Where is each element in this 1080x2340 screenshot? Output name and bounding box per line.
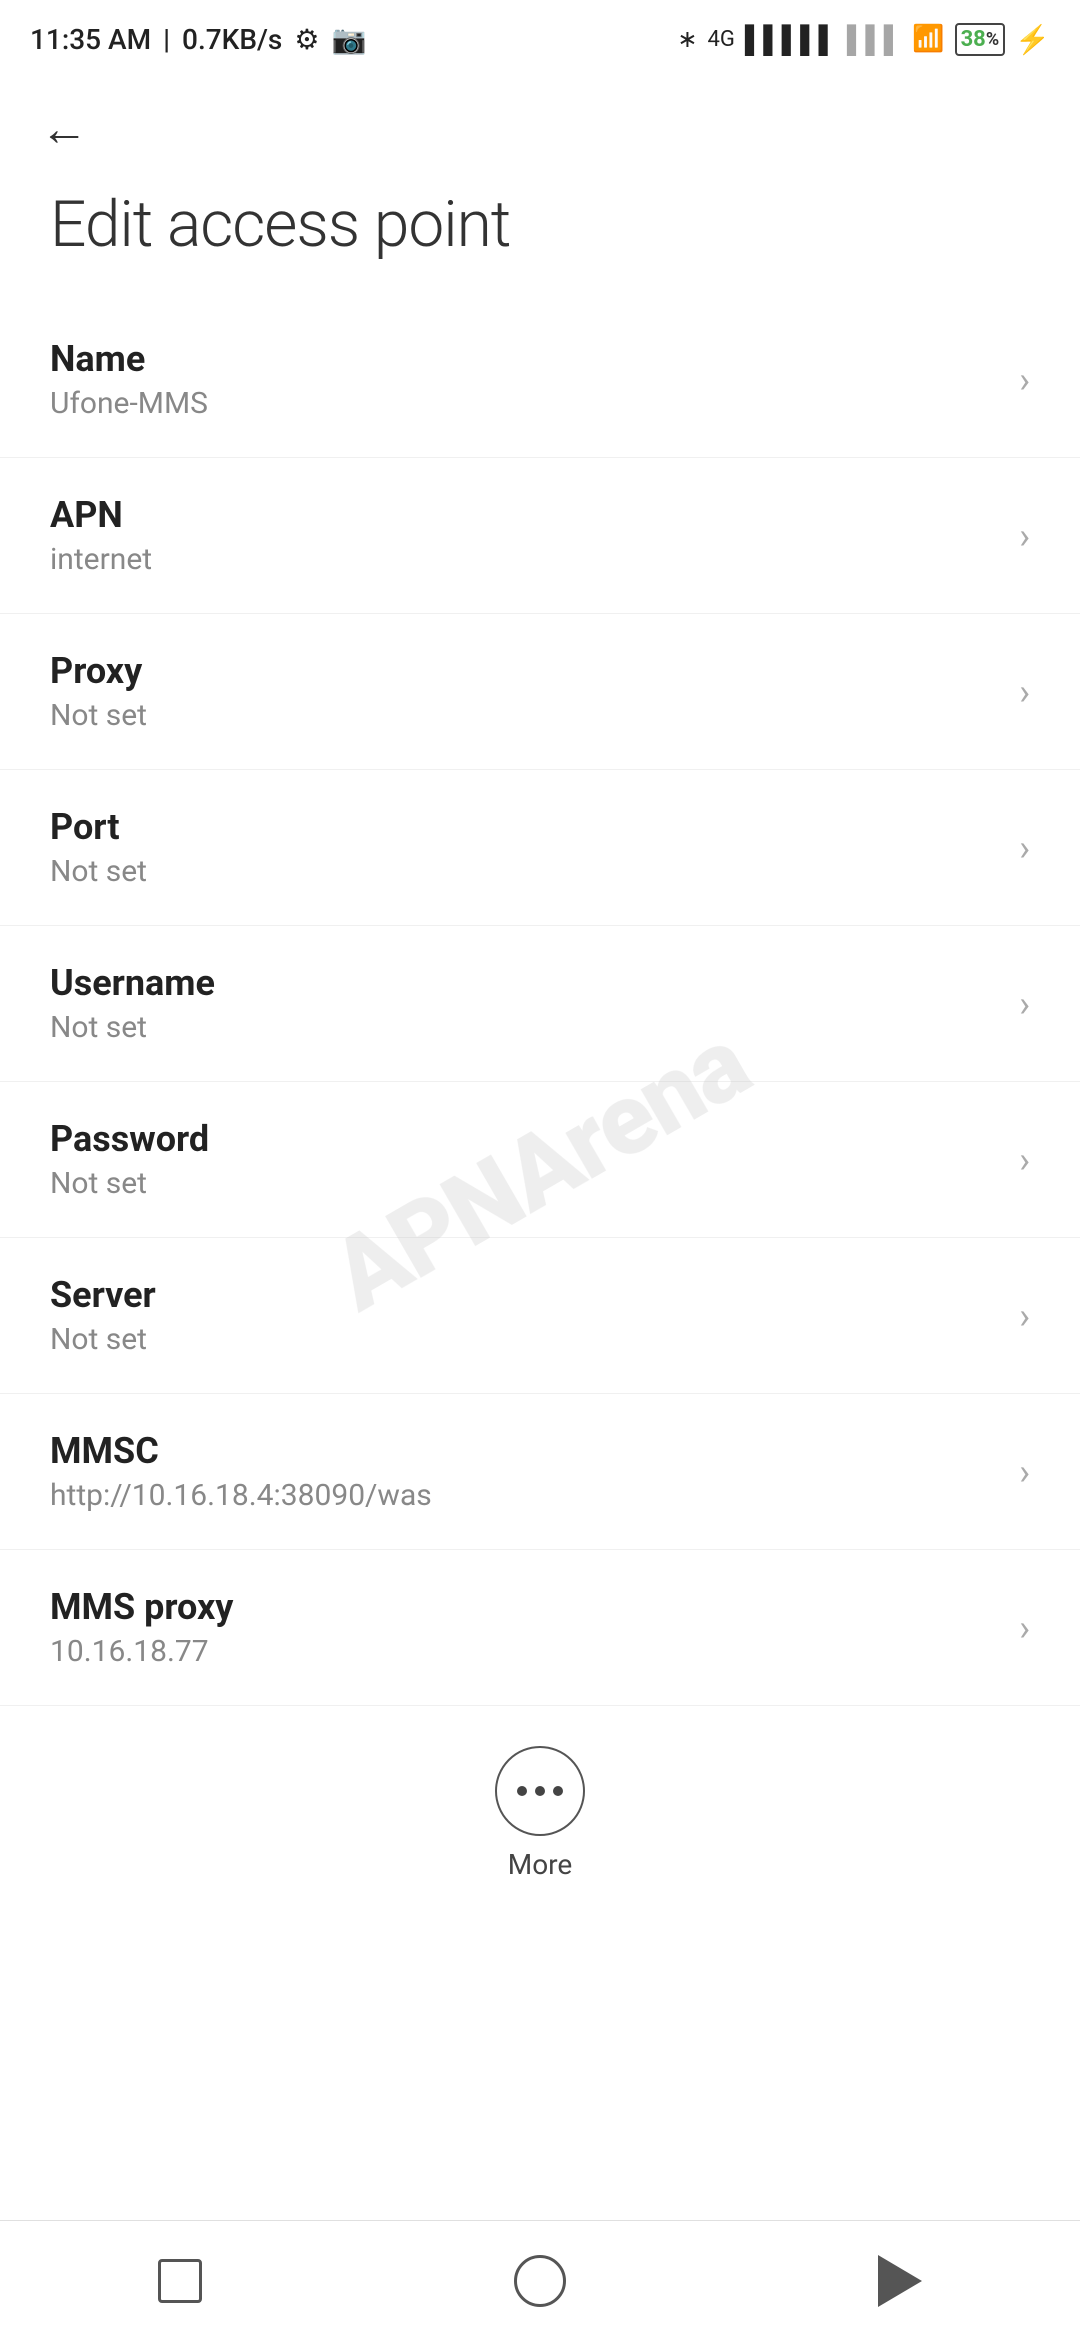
settings-item-username[interactable]: Username Not set › [0,926,1080,1082]
settings-item-mmsc[interactable]: MMSC http://10.16.18.4:38090/was › [0,1394,1080,1550]
settings-item-port-value: Not set [50,854,999,889]
chevron-right-icon: › [1019,1607,1030,1649]
more-label: More [508,1848,573,1881]
chevron-right-icon: › [1019,1139,1030,1181]
settings-item-proxy[interactable]: Proxy Not set › [0,614,1080,770]
nav-back-button[interactable] [840,2241,960,2321]
more-dots [517,1786,563,1796]
signal-4g-icon: 4G [707,27,734,52]
back-button[interactable]: ← [0,70,1080,167]
status-right: ∗ 4G ▌▌▌▌▌ ▌▌▌ 📶 38 % ⚡ [677,23,1050,56]
settings-icon: ⚙ [294,23,319,56]
bottom-nav-bar [0,2220,1080,2340]
signal-bars2-icon: ▌▌▌ [847,24,902,55]
chevron-right-icon: › [1019,359,1030,401]
content-wrapper: ← Edit access point Name Ufone-MMS › APN… [0,70,1080,2041]
settings-list: Name Ufone-MMS › APN internet › Proxy No… [0,302,1080,1706]
settings-item-password[interactable]: Password Not set › [0,1082,1080,1238]
settings-item-port-content: Port Not set [50,806,999,889]
chevron-right-icon: › [1019,1295,1030,1337]
settings-item-port-label: Port [50,806,999,848]
bluetooth-icon: ∗ [677,25,697,53]
settings-item-mms-proxy-value: 10.16.18.77 [50,1634,999,1669]
settings-item-server-value: Not set [50,1322,999,1357]
chevron-right-icon: › [1019,515,1030,557]
settings-item-mms-proxy-content: MMS proxy 10.16.18.77 [50,1586,999,1669]
wifi-icon: 📶 [912,24,944,54]
chevron-right-icon: › [1019,827,1030,869]
settings-item-password-label: Password [50,1118,999,1160]
time-display: 11:35 AM [30,23,151,56]
more-dot-3 [553,1786,563,1796]
settings-item-mms-proxy[interactable]: MMS proxy 10.16.18.77 › [0,1550,1080,1706]
speed-display: 0.7KB/s [182,23,282,56]
charging-icon: ⚡ [1015,23,1050,56]
settings-item-apn-value: internet [50,542,999,577]
settings-item-mmsc-content: MMSC http://10.16.18.4:38090/was [50,1430,999,1513]
settings-item-server[interactable]: Server Not set › [0,1238,1080,1394]
recents-icon [158,2259,202,2303]
settings-item-password-value: Not set [50,1166,999,1201]
settings-item-mmsc-value: http://10.16.18.4:38090/was [50,1478,999,1513]
chevron-right-icon: › [1019,983,1030,1025]
settings-item-mms-proxy-label: MMS proxy [50,1586,999,1628]
settings-item-name-value: Ufone-MMS [50,386,999,421]
chevron-right-icon: › [1019,1451,1030,1493]
signal-bars-icon: ▌▌▌▌▌ [745,24,837,55]
settings-item-username-value: Not set [50,1010,999,1045]
more-dot-2 [535,1786,545,1796]
settings-item-apn-label: APN [50,494,999,536]
video-icon: 📷 [331,23,366,56]
home-icon [514,2255,566,2307]
nav-recents-button[interactable] [120,2241,240,2321]
page-title: Edit access point [0,167,1080,302]
settings-item-server-label: Server [50,1274,999,1316]
more-icon-circle [495,1746,585,1836]
settings-item-proxy-label: Proxy [50,650,999,692]
settings-item-server-content: Server Not set [50,1274,999,1357]
status-left: 11:35 AM | 0.7KB/s ⚙ 📷 [30,23,366,56]
status-bar: 11:35 AM | 0.7KB/s ⚙ 📷 ∗ 4G ▌▌▌▌▌ ▌▌▌ 📶 … [0,0,1080,70]
more-section[interactable]: More [0,1706,1080,1901]
settings-item-mmsc-label: MMSC [50,1430,999,1472]
settings-item-proxy-content: Proxy Not set [50,650,999,733]
back-icon [878,2255,922,2307]
nav-home-button[interactable] [480,2241,600,2321]
battery-display: 38 % [955,23,1006,56]
chevron-right-icon: › [1019,671,1030,713]
settings-item-name[interactable]: Name Ufone-MMS › [0,302,1080,458]
back-arrow-icon: ← [40,100,88,157]
settings-item-proxy-value: Not set [50,698,999,733]
settings-item-name-label: Name [50,338,999,380]
settings-item-apn-content: APN internet [50,494,999,577]
settings-item-username-label: Username [50,962,999,1004]
settings-item-apn[interactable]: APN internet › [0,458,1080,614]
settings-item-username-content: Username Not set [50,962,999,1045]
settings-item-name-content: Name Ufone-MMS [50,338,999,421]
separator: | [163,23,170,56]
settings-item-password-content: Password Not set [50,1118,999,1201]
more-dot-1 [517,1786,527,1796]
settings-item-port[interactable]: Port Not set › [0,770,1080,926]
